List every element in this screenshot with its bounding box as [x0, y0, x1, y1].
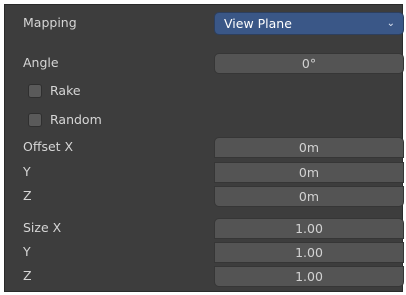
- offset-x-label: Offset X: [23, 139, 74, 154]
- offset-y-label: Y: [23, 164, 31, 179]
- size-y-field[interactable]: 1.00: [214, 242, 404, 263]
- chevron-down-icon: ⌄: [386, 18, 395, 29]
- offset-x-field[interactable]: 0m: [214, 137, 404, 158]
- offset-z-field[interactable]: 0m: [214, 186, 404, 207]
- random-checkbox[interactable]: [28, 113, 42, 127]
- rake-checkbox[interactable]: [28, 84, 42, 98]
- random-label[interactable]: Random: [50, 110, 102, 130]
- offset-y-field[interactable]: 0m: [214, 162, 404, 183]
- angle-field[interactable]: 0°: [214, 53, 404, 74]
- size-x-field[interactable]: 1.00: [214, 218, 404, 239]
- size-x-label: Size X: [23, 220, 62, 235]
- size-y-label: Y: [23, 244, 31, 259]
- mapping-label: Mapping: [23, 15, 77, 30]
- angle-label: Angle: [23, 55, 59, 70]
- rake-label[interactable]: Rake: [50, 81, 81, 101]
- size-z-label: Z: [23, 268, 32, 283]
- mapping-dropdown[interactable]: View Plane ⌄: [214, 12, 404, 35]
- texture-mapping-panel: Mapping View Plane ⌄ Angle 0° Rake Rando…: [4, 4, 404, 292]
- size-z-field[interactable]: 1.00: [214, 266, 404, 287]
- offset-z-label: Z: [23, 188, 32, 203]
- mapping-value: View Plane: [224, 16, 292, 31]
